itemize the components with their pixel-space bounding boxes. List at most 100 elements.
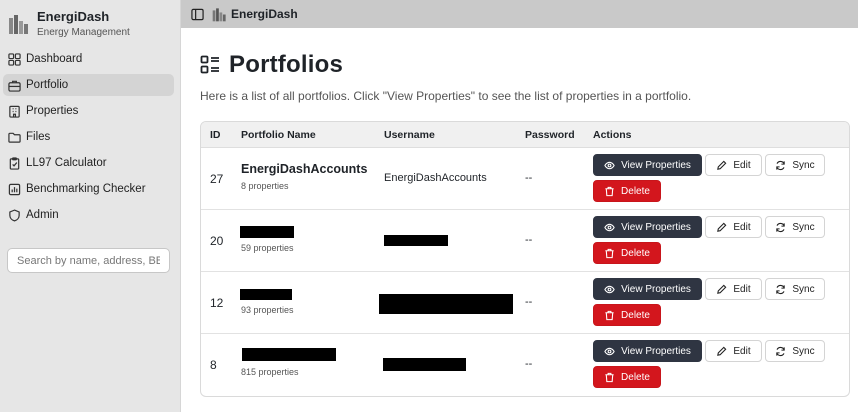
view-properties-button[interactable]: View Properties (593, 154, 702, 176)
sync-button[interactable]: Sync (765, 216, 825, 238)
sidebar-item-label: Files (26, 131, 51, 143)
portfolio-name: EnergiDashAccounts (241, 162, 368, 176)
sidebar-item-label: Properties (26, 105, 79, 117)
buildings-logo-icon (212, 7, 226, 21)
portfolio-id: 20 (210, 234, 224, 248)
refresh-icon (776, 222, 786, 232)
trash-icon (605, 372, 614, 382)
refresh-icon (776, 284, 786, 294)
property-count: 815 properties (241, 367, 299, 377)
app-name: EnergiDash (37, 8, 110, 24)
view-properties-button[interactable]: View Properties (593, 340, 702, 362)
portfolio-id: 8 (210, 358, 217, 372)
top-bar: EnergiDash (181, 0, 858, 28)
sidebar-item-label: Dashboard (26, 53, 83, 65)
eye-icon (604, 223, 615, 231)
brand[interactable]: EnergiDash Energy Management (0, 0, 180, 40)
portfolios-table: ID Portfolio Name Username Password Acti… (200, 121, 850, 397)
sidebar-item-files[interactable]: Files (3, 126, 174, 148)
redacted-username (383, 358, 466, 371)
property-count: 59 properties (241, 243, 294, 253)
sidebar-item-ll97-calculator[interactable]: LL97 Calculator (3, 152, 174, 174)
column-header-username: Username (384, 129, 435, 141)
pencil-icon (717, 284, 727, 294)
refresh-icon (776, 160, 786, 170)
property-count: 8 properties (241, 181, 289, 191)
sync-button[interactable]: Sync (765, 154, 825, 176)
dashboard-icon (8, 52, 21, 66)
edit-button[interactable]: Edit (705, 154, 762, 176)
sidebar: EnergiDash Energy Management Dashboard P… (0, 0, 181, 412)
view-properties-button[interactable]: View Properties (593, 216, 702, 238)
portfolio-icon (8, 80, 21, 92)
redacted-username (379, 294, 513, 314)
redacted-portfolio-name (240, 226, 294, 238)
pencil-icon (717, 346, 727, 356)
sidebar-item-admin[interactable]: Admin (3, 204, 174, 226)
refresh-icon (776, 346, 786, 356)
delete-button[interactable]: Delete (593, 180, 661, 202)
portfolio-password: -- (525, 296, 533, 308)
edit-button[interactable]: Edit (705, 278, 762, 300)
portfolio-id: 12 (210, 296, 224, 310)
view-properties-button[interactable]: View Properties (593, 278, 702, 300)
page-intro: Here is a list of all portfolios. Click … (200, 89, 692, 103)
main-content: Portfolios Here is a list of all portfol… (200, 28, 850, 412)
portfolio-password: -- (525, 172, 533, 184)
shield-icon (9, 208, 20, 222)
app-subtitle: Energy Management (37, 26, 130, 38)
table-row: 8 815 properties -- View Properties Edit… (201, 334, 849, 396)
trash-icon (605, 186, 614, 196)
sidebar-item-portfolio[interactable]: Portfolio (3, 74, 174, 96)
trash-icon (605, 248, 614, 258)
page-title: Portfolios (229, 51, 343, 78)
building-icon (9, 105, 20, 118)
sidebar-nav: Dashboard Portfolio Properties Files LL9… (0, 48, 180, 226)
table-header: ID Portfolio Name Username Password Acti… (201, 122, 849, 148)
chart-icon (8, 183, 21, 195)
sync-button[interactable]: Sync (765, 278, 825, 300)
edit-button[interactable]: Edit (705, 340, 762, 362)
portfolio-id: 27 (210, 172, 224, 186)
table-row: 27 EnergiDashAccounts 8 properties Energ… (201, 148, 849, 210)
trash-icon (605, 310, 614, 320)
delete-button[interactable]: Delete (593, 304, 661, 326)
eye-icon (604, 285, 615, 293)
search-input[interactable] (7, 248, 170, 273)
edit-button[interactable]: Edit (705, 216, 762, 238)
pencil-icon (717, 160, 727, 170)
column-header-password: Password (525, 129, 575, 141)
delete-button[interactable]: Delete (593, 242, 661, 264)
sidebar-toggle-icon[interactable] (191, 8, 204, 21)
sync-button[interactable]: Sync (765, 340, 825, 362)
table-row: 12 93 properties -- View Properties Edit… (201, 272, 849, 334)
portfolio-password: -- (525, 234, 533, 246)
pencil-icon (717, 222, 727, 232)
redacted-portfolio-name (240, 289, 292, 300)
column-header-name: Portfolio Name (241, 129, 316, 141)
buildings-logo-icon (9, 14, 28, 34)
portfolio-password: -- (525, 358, 533, 370)
sidebar-item-label: LL97 Calculator (26, 157, 107, 169)
eye-icon (604, 347, 615, 355)
topbar-title: EnergiDash (231, 7, 298, 21)
sidebar-item-benchmarking-checker[interactable]: Benchmarking Checker (3, 178, 174, 200)
portfolio-username: EnergiDashAccounts (384, 172, 487, 184)
sidebar-item-label: Admin (26, 209, 59, 221)
folder-icon (8, 132, 21, 143)
sidebar-item-label: Benchmarking Checker (26, 183, 146, 195)
property-count: 93 properties (241, 305, 294, 315)
redacted-portfolio-name (242, 348, 336, 361)
delete-button[interactable]: Delete (593, 366, 661, 388)
table-row: 20 59 properties -- View Properties Edit… (201, 210, 849, 272)
sidebar-item-dashboard[interactable]: Dashboard (3, 48, 174, 70)
sidebar-item-properties[interactable]: Properties (3, 100, 174, 122)
page-header: Portfolios (200, 51, 850, 79)
sidebar-item-label: Portfolio (26, 79, 69, 91)
redacted-username (384, 235, 448, 246)
clipboard-icon (9, 156, 20, 170)
list-icon (200, 55, 219, 74)
column-header-actions: Actions (593, 129, 632, 141)
column-header-id: ID (210, 129, 221, 141)
eye-icon (604, 161, 615, 169)
